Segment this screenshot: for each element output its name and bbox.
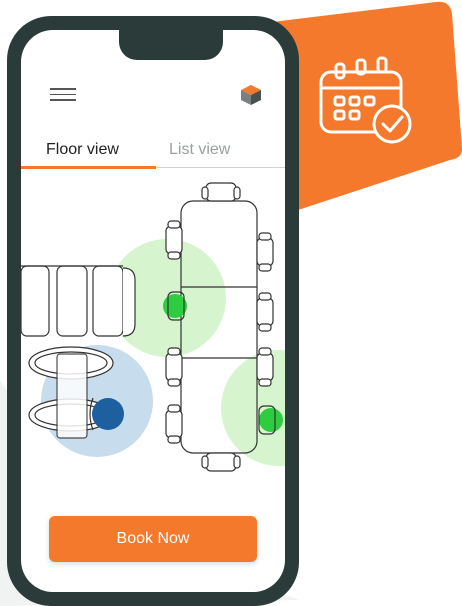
book-now-button[interactable]: Book Now bbox=[49, 516, 257, 562]
cube-logo-icon bbox=[241, 85, 261, 105]
desk-chair[interactable] bbox=[256, 232, 274, 272]
desk-chair[interactable] bbox=[165, 404, 183, 444]
side-table bbox=[56, 353, 88, 439]
available-zone bbox=[221, 350, 285, 466]
desk-chair[interactable] bbox=[165, 220, 183, 260]
hamburger-menu-icon[interactable] bbox=[50, 88, 76, 104]
desk-chair[interactable] bbox=[201, 182, 241, 202]
phone-frame: Floor view List view Book Now bbox=[7, 16, 299, 606]
lounge-sofa bbox=[21, 265, 136, 337]
tab-list-view[interactable]: List view bbox=[169, 140, 230, 160]
desk-chair[interactable] bbox=[201, 452, 241, 472]
phone-notch bbox=[119, 30, 223, 60]
floor-plan bbox=[21, 168, 285, 478]
app-screen: Floor view List view Book Now bbox=[21, 30, 285, 592]
desk-chair[interactable] bbox=[256, 292, 274, 332]
view-tabs: Floor view List view bbox=[21, 140, 285, 169]
tab-floor-view[interactable]: Floor view bbox=[46, 140, 119, 160]
desk-chair[interactable] bbox=[165, 347, 183, 387]
desk-chair[interactable] bbox=[256, 347, 274, 387]
